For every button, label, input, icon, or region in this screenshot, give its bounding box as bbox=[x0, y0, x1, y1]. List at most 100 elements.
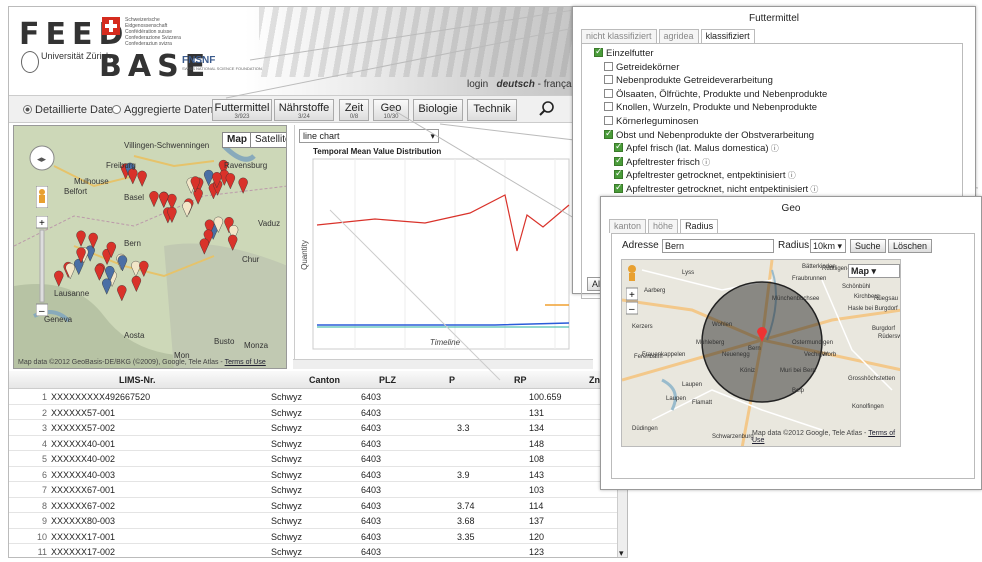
checkbox-icon[interactable] bbox=[594, 46, 603, 57]
col-canton[interactable]: Canton bbox=[309, 375, 340, 385]
table-row[interactable]: 2 XXXXXX57-001 Schwyz 6403 131 bbox=[9, 405, 627, 420]
geo-zoom-icon[interactable]: +– bbox=[626, 264, 638, 324]
map-pin-icon[interactable] bbox=[128, 168, 138, 185]
map-pin-icon[interactable] bbox=[159, 191, 169, 209]
col-lims[interactable]: LIMS-Nr. bbox=[119, 375, 156, 385]
tab-kanton[interactable]: kanton bbox=[609, 219, 647, 233]
table-row[interactable]: 11 XXXXXX17-002 Schwyz 6403 123 bbox=[9, 544, 627, 557]
checkbox-icon[interactable] bbox=[604, 88, 613, 98]
info-icon[interactable]: ⓘ bbox=[769, 144, 779, 153]
map-pin-icon[interactable] bbox=[131, 275, 142, 293]
map-pin-icon[interactable] bbox=[117, 285, 127, 302]
table-row[interactable]: 9 XXXXXX80-003 Schwyz 6403 3.68 137 bbox=[9, 513, 627, 529]
tree-item[interactable]: Obst und Nebenprodukte der Obstverarbeit… bbox=[604, 128, 814, 141]
checkbox-icon[interactable] bbox=[614, 182, 623, 193]
checkbox-icon[interactable] bbox=[614, 168, 623, 180]
info-icon[interactable]: ⓘ bbox=[785, 171, 796, 180]
geo-map[interactable]: Lyss Aarberg Münchenbuchsee Schönbühl Burgdo… bbox=[621, 259, 901, 447]
radio-detail[interactable]: Detaillierte Daten bbox=[23, 104, 119, 116]
address-input[interactable]: Bern bbox=[662, 239, 774, 253]
chart-type-select[interactable]: line chart bbox=[299, 129, 439, 143]
tree-item[interactable]: Apfeltrester getrocknet, nicht entpektin… bbox=[614, 182, 818, 195]
col-p[interactable]: P bbox=[449, 375, 455, 385]
table-row[interactable]: 6 XXXXXX40-003 Schwyz 6403 3.9 143 bbox=[9, 467, 627, 482]
map-pin-icon[interactable] bbox=[102, 278, 112, 295]
lang-active[interactable]: deutsch bbox=[496, 79, 534, 90]
checkbox-icon[interactable] bbox=[604, 102, 613, 112]
radio-aggregate[interactable]: Aggregierte Daten bbox=[112, 104, 213, 116]
checkbox-icon[interactable] bbox=[614, 141, 623, 153]
tree-item[interactable]: Apfel frisch (lat. Malus domestica) ⓘ bbox=[614, 141, 779, 154]
chart-hscrollbar[interactable] bbox=[293, 359, 593, 369]
login-link[interactable]: login bbox=[467, 79, 488, 90]
map-pin-icon[interactable] bbox=[182, 201, 192, 218]
table-row[interactable]: 10 XXXXXX17-001 Schwyz 6403 3.35 120 bbox=[9, 529, 627, 544]
button-geo[interactable]: Geo 10/30 bbox=[373, 99, 409, 121]
tab-radius[interactable]: Radius bbox=[680, 219, 719, 233]
tab-nicht-klassifiziert[interactable]: nicht klassifiziert bbox=[581, 29, 657, 43]
button-futtermittel[interactable]: Futtermittel 3/923 bbox=[212, 99, 272, 121]
info-icon[interactable]: ⓘ bbox=[808, 185, 818, 194]
map-pin-icon[interactable] bbox=[149, 191, 159, 208]
map-pin-icon[interactable] bbox=[117, 255, 128, 272]
map-pin-icon[interactable] bbox=[94, 264, 105, 281]
map-pin-icon[interactable] bbox=[131, 260, 141, 278]
map-toggle-satellite[interactable]: Satellite bbox=[250, 132, 286, 148]
map-pin-icon[interactable] bbox=[238, 177, 248, 194]
table-row[interactable]: 1 XXXXXXXXX492667520 Schwyz 6403 100.659 bbox=[9, 389, 627, 405]
button-technik[interactable]: Technik bbox=[467, 99, 517, 121]
checkbox-icon[interactable] bbox=[614, 155, 623, 166]
button-zeit[interactable]: Zeit 0/8 bbox=[339, 99, 369, 121]
map-pin-icon[interactable] bbox=[137, 170, 147, 187]
checkbox-icon[interactable] bbox=[604, 116, 613, 125]
map-pin-icon[interactable] bbox=[76, 230, 86, 247]
table-row[interactable]: 3 XXXXXX57-002 Schwyz 6403 3.3 134 bbox=[9, 420, 627, 436]
map-pin-icon[interactable] bbox=[228, 234, 238, 251]
tree-item[interactable]: Getreidekörner bbox=[604, 61, 679, 73]
map-pin-icon[interactable] bbox=[54, 270, 64, 287]
map-pan-control-icon[interactable]: ◂▸ bbox=[28, 144, 56, 172]
pegman-icon[interactable] bbox=[36, 186, 48, 208]
button-biologie[interactable]: Biologie bbox=[413, 99, 463, 121]
table-row[interactable]: 8 XXXXXX67-002 Schwyz 6403 3.74 114 bbox=[9, 498, 627, 513]
table-row[interactable]: 5 XXXXXX40-002 Schwyz 6403 108 bbox=[9, 451, 627, 467]
table-row[interactable]: 4 XXXXXX40-001 Schwyz 6403 148 bbox=[9, 436, 627, 451]
map-pin-icon[interactable] bbox=[203, 169, 214, 187]
tab-klassifiziert[interactable]: klassifiziert bbox=[700, 29, 755, 43]
map-pin-icon[interactable] bbox=[225, 173, 236, 190]
tree-item[interactable]: Ölsaaten, Ölfrüchte, Produkte und Nebenp… bbox=[604, 88, 827, 100]
geo-place-label: Burgdorf bbox=[872, 326, 895, 332]
table-row[interactable]: 7 XXXXXX67-001 Schwyz 6403 103 bbox=[9, 482, 627, 498]
checkbox-icon[interactable] bbox=[604, 75, 613, 85]
col-rp[interactable]: RP bbox=[514, 375, 527, 385]
col-plz[interactable]: PLZ bbox=[379, 375, 396, 385]
radius-select[interactable]: 10km ▾ bbox=[810, 239, 846, 253]
col-zn[interactable]: Zn bbox=[589, 375, 600, 385]
search-icon[interactable] bbox=[539, 101, 555, 117]
tab-agridea[interactable]: agridea bbox=[658, 29, 699, 43]
geo-place-label: Grosshöchstetten bbox=[848, 376, 895, 382]
map-toggle-map[interactable]: Map bbox=[222, 132, 252, 148]
checkbox-icon[interactable] bbox=[604, 61, 613, 71]
map-terms-link[interactable]: Terms of Use bbox=[225, 359, 266, 366]
map-overview[interactable]: Villingen-Schwenningen Freiburg Ravensburg… bbox=[13, 125, 287, 369]
delete-button[interactable]: Löschen bbox=[888, 239, 933, 253]
button-naehrstoffe[interactable]: Nährstoffe 3/24 bbox=[274, 99, 334, 121]
cell-rp: 134 bbox=[529, 423, 545, 433]
map-pin-icon[interactable] bbox=[139, 260, 149, 278]
tree-item[interactable]: Knollen, Wurzeln, Produkte und Nebenprod… bbox=[604, 102, 817, 113]
tree-item[interactable]: Einzelfutter bbox=[594, 46, 654, 59]
tab-hoehe[interactable]: höhe bbox=[648, 219, 679, 233]
geo-map-type-select[interactable]: Map ▾ bbox=[848, 264, 900, 278]
tree-item[interactable]: Nebenprodukte Getreideverarbeitung bbox=[604, 75, 773, 86]
tree-item[interactable]: Apfeltrester frisch ⓘ bbox=[614, 155, 710, 168]
confed-text: Schweizerische Eidgenossenschaft Confédé… bbox=[125, 17, 181, 47]
map-pin-icon[interactable] bbox=[65, 263, 75, 280]
map-zoom-slider-icon[interactable]: +– bbox=[36, 216, 48, 316]
checkbox-icon[interactable] bbox=[604, 128, 613, 139]
map-pin-icon[interactable] bbox=[199, 238, 210, 255]
tree-item[interactable]: Apfeltrester getrocknet, entpektinisiert… bbox=[614, 168, 796, 181]
info-icon[interactable]: ⓘ bbox=[700, 158, 710, 167]
tree-item[interactable]: Körnerleguminosen bbox=[604, 116, 698, 127]
search-button[interactable]: Suche bbox=[850, 239, 886, 253]
